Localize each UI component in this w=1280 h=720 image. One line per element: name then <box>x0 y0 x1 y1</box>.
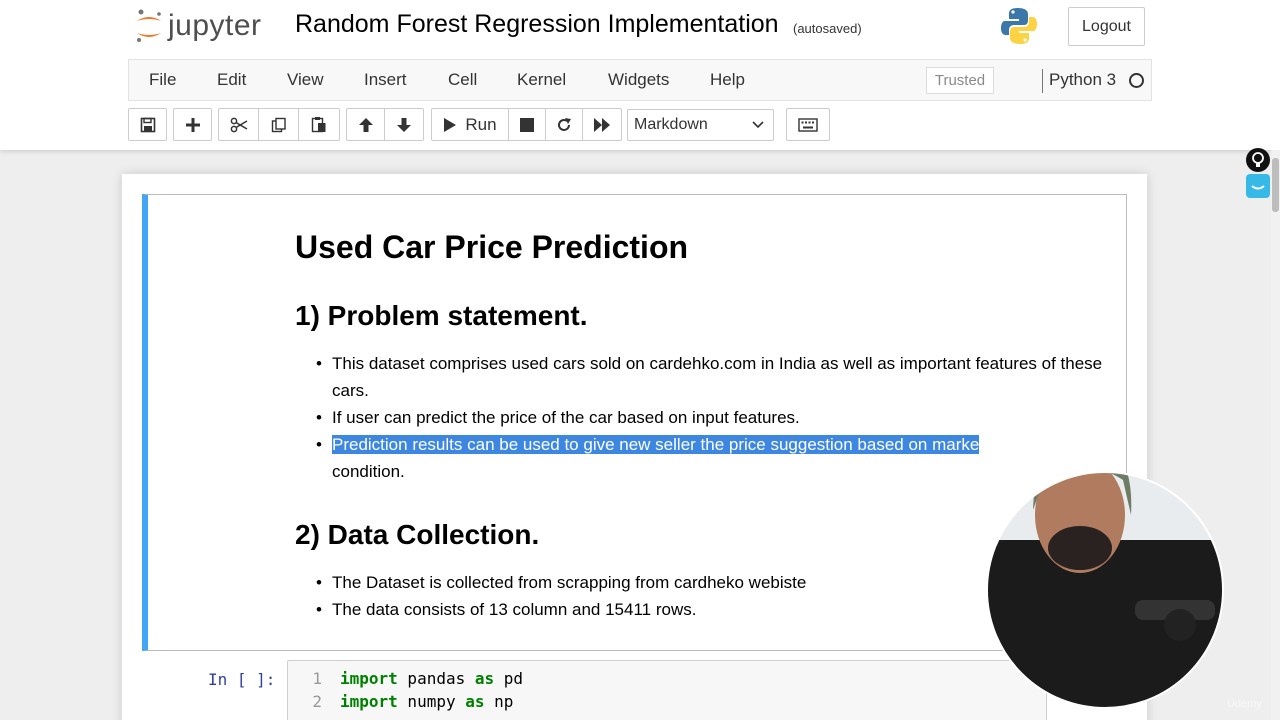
copy-icon <box>271 117 286 132</box>
paste-button[interactable] <box>299 109 339 140</box>
section1-heading: 1) Problem statement. <box>295 300 588 331</box>
arrow-down-icon <box>397 117 411 132</box>
stop-icon <box>520 117 534 132</box>
notebook-header: jupyter Random Forest Regression Impleme… <box>0 0 1280 150</box>
notebook-title[interactable]: Random Forest Regression Implementation <box>295 10 779 39</box>
python-logo-icon <box>1000 6 1038 46</box>
kernel-name[interactable]: Python 3 <box>1049 70 1116 90</box>
toolbar-insert-group <box>173 108 212 141</box>
menu-help[interactable]: Help <box>710 70 745 90</box>
save-icon <box>140 117 155 132</box>
extension-icon[interactable] <box>1246 174 1270 198</box>
list-item: This dataset comprises used cars sold on… <box>316 350 1118 404</box>
plus-icon <box>185 117 200 132</box>
code-line: 1 import pandas as pd <box>312 669 524 688</box>
lightbulb-icon[interactable] <box>1246 148 1270 172</box>
markdown-cell-selected[interactable]: Used Car Price Prediction 1) Problem sta… <box>142 194 1127 651</box>
trusted-indicator[interactable]: Trusted <box>926 67 994 94</box>
restart-button[interactable] <box>546 109 583 140</box>
arrow-up-icon <box>358 117 373 132</box>
menu-edit[interactable]: Edit <box>217 70 246 90</box>
cell-input-prompt: In [ ]: <box>208 670 276 689</box>
kernel-separator <box>1042 69 1043 93</box>
move-up-button[interactable] <box>347 109 385 140</box>
command-palette-button[interactable] <box>787 109 829 140</box>
kernel-idle-icon <box>1129 73 1144 88</box>
menu-insert[interactable]: Insert <box>364 70 407 90</box>
cut-button[interactable] <box>219 109 259 140</box>
section2-heading: 2) Data Collection. <box>295 519 540 550</box>
autosave-status: (autosaved) <box>793 21 862 36</box>
save-button[interactable] <box>129 109 166 140</box>
toolbar-shortcuts-group <box>786 108 830 141</box>
toolbar-move-group <box>346 108 424 141</box>
jupyter-logo[interactable]: jupyter <box>134 8 262 44</box>
run-label: Run <box>465 114 497 134</box>
menu-widgets[interactable]: Widgets <box>608 70 669 90</box>
play-icon <box>444 117 457 132</box>
restart-run-all-button[interactable] <box>583 109 621 140</box>
menu-file[interactable]: File <box>149 70 176 90</box>
menubar: File Edit View Insert Cell Kernel Widget… <box>128 59 1152 101</box>
jupyter-logo-icon <box>134 9 164 43</box>
paste-icon <box>311 117 326 133</box>
scissors-icon <box>230 117 247 132</box>
menu-kernel[interactable]: Kernel <box>517 70 566 90</box>
menu-cell[interactable]: Cell <box>448 70 477 90</box>
list-item-continuation: condition. <box>332 462 405 481</box>
cell-type-value: Markdown <box>634 116 708 133</box>
jupyter-logo-text: jupyter <box>168 9 262 42</box>
presenter-webcam <box>985 420 1280 720</box>
selected-text: Prediction results can be used to give n… <box>332 435 980 454</box>
toolbar-run-group: Run <box>431 108 622 141</box>
copy-button[interactable] <box>259 109 299 140</box>
code-cell-editor[interactable]: 1 import pandas as pd 2 import numpy as np <box>287 660 1047 720</box>
chevron-down-icon <box>752 121 764 129</box>
run-button[interactable]: Run <box>432 109 509 140</box>
move-down-button[interactable] <box>385 109 423 140</box>
keyboard-icon <box>798 117 818 132</box>
cell-type-select[interactable]: Markdown <box>627 109 774 141</box>
restart-icon <box>558 117 571 131</box>
code-line: 2 import numpy as np <box>312 692 514 711</box>
menu-view[interactable]: View <box>287 70 324 90</box>
markdown-title: Used Car Price Prediction <box>295 229 689 265</box>
watermark: Udemy <box>1227 698 1262 710</box>
toolbar-edit-group <box>218 108 340 141</box>
interrupt-button[interactable] <box>509 109 546 140</box>
insert-cell-button[interactable] <box>174 109 211 140</box>
toolbar-save-group <box>128 108 167 141</box>
fast-forward-icon <box>594 117 610 132</box>
scrollbar-thumb[interactable] <box>1272 158 1279 212</box>
logout-button[interactable]: Logout <box>1068 7 1145 46</box>
